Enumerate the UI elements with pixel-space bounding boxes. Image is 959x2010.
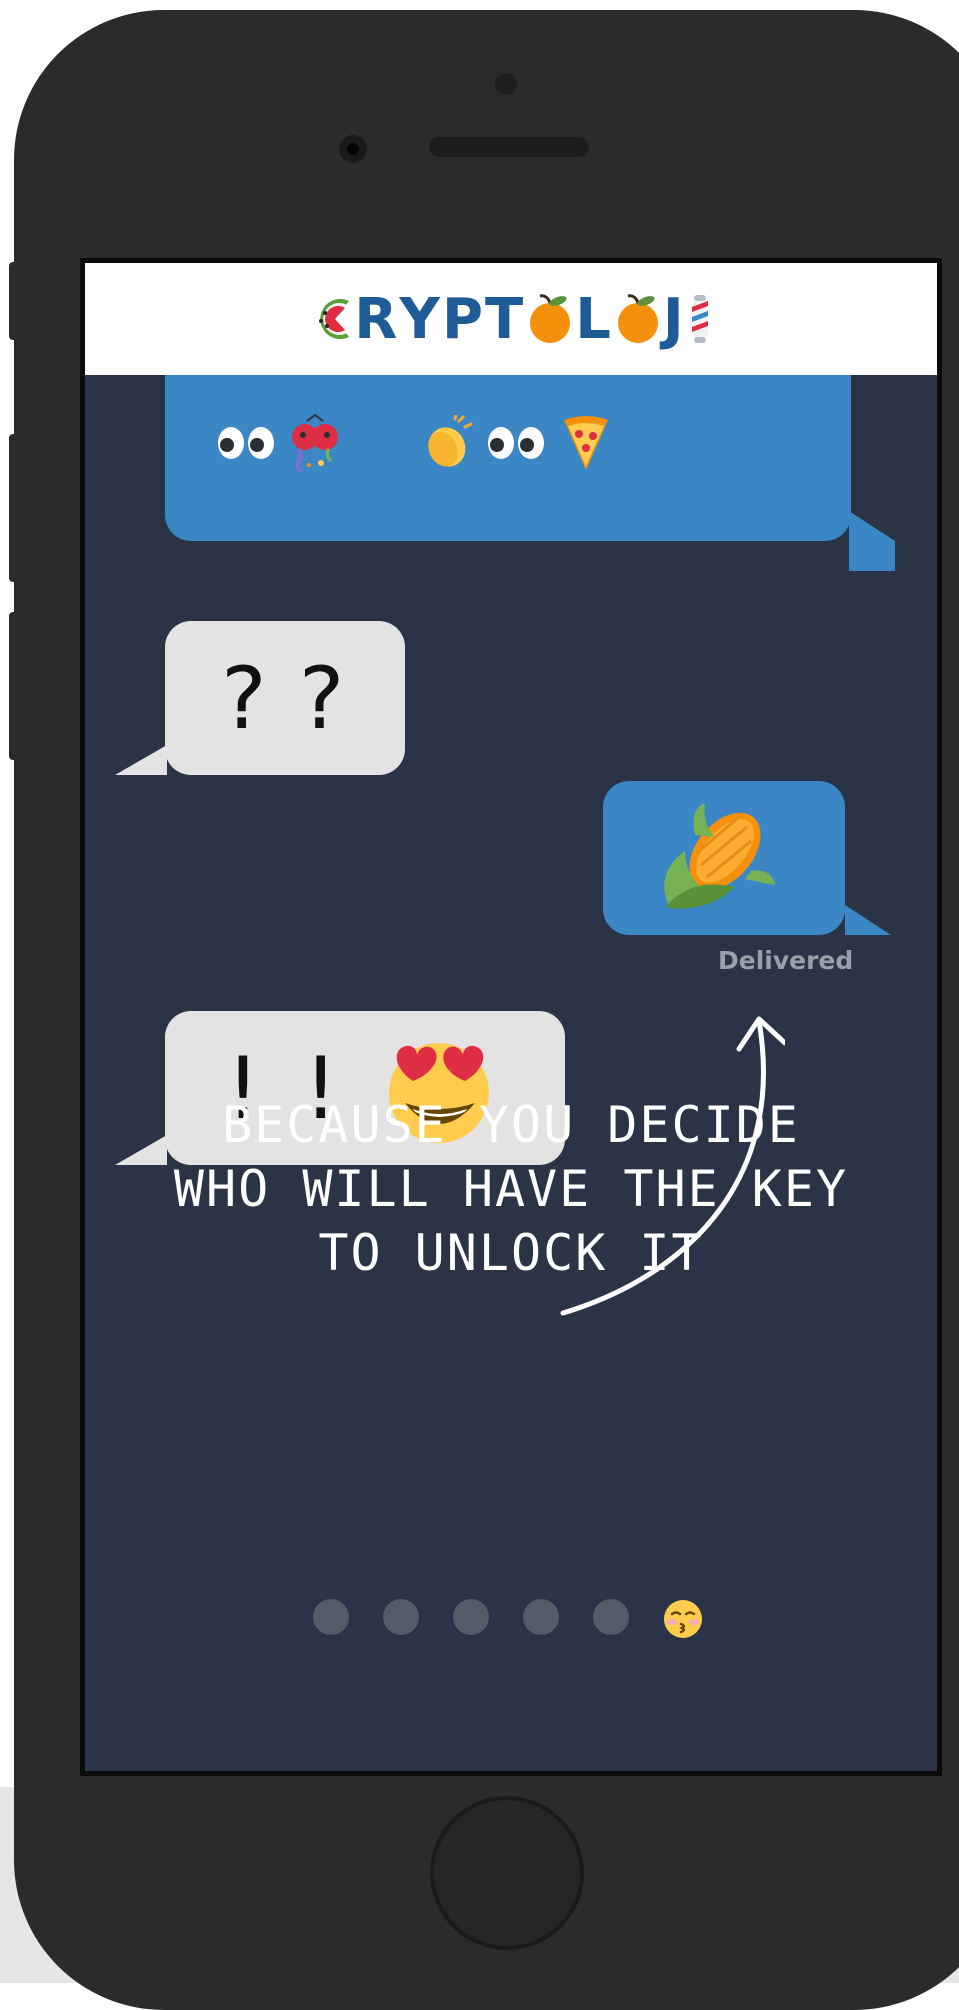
pizza-icon — [561, 414, 611, 476]
app-logo: R Y P T L J — [308, 287, 713, 352]
page-dot[interactable] — [313, 1599, 349, 1635]
volume-up-button[interactable] — [9, 434, 19, 582]
message-bubble-sent[interactable] — [165, 375, 851, 541]
volume-down-button[interactable] — [9, 612, 19, 760]
tagline-line: WHO WILL HAVE THE KEY — [173, 1160, 849, 1218]
page-dot[interactable] — [523, 1599, 559, 1635]
logo-letter: L — [575, 286, 613, 352]
earpiece-speaker — [429, 137, 589, 157]
logo-letter: Y — [399, 286, 442, 352]
home-button[interactable] — [430, 1796, 584, 1950]
app-header: R Y P T L J — [85, 263, 937, 375]
phone-frame: R Y P T L J ?? Delivered !! BECAUSE YOU … — [14, 10, 959, 2010]
bubble-tail — [849, 511, 895, 571]
message-bubble-received[interactable]: ?? — [165, 621, 405, 775]
orange-icon — [614, 293, 662, 345]
page-dot[interactable] — [383, 1599, 419, 1635]
tagline-line: BECAUSE YOU DECIDE — [222, 1096, 800, 1154]
barber-pole-icon — [687, 293, 713, 345]
logo-letter: J — [662, 286, 686, 352]
onboarding-tagline: BECAUSE YOU DECIDE WHO WILL HAVE THE KEY… — [85, 1093, 937, 1285]
bubble-tail — [845, 905, 891, 935]
page-dot[interactable] — [453, 1599, 489, 1635]
orange-icon — [526, 293, 574, 345]
logo-letter: T — [485, 286, 526, 352]
app-screen: R Y P T L J ?? Delivered !! BECAUSE YOU … — [80, 258, 942, 1776]
eyes-icon — [485, 425, 547, 465]
delivery-status: Delivered — [718, 946, 854, 975]
clapping-hands-icon — [419, 413, 475, 475]
kissing-face-icon[interactable] — [663, 1599, 702, 1638]
tagline-line: TO UNLOCK IT — [318, 1224, 704, 1282]
message-text: ?? — [217, 649, 373, 749]
bubble-tail — [115, 745, 167, 775]
front-camera — [339, 135, 367, 163]
corn-icon — [655, 795, 779, 923]
logo-letter: R — [354, 286, 400, 352]
page-dot[interactable] — [593, 1599, 629, 1635]
ringer-switch[interactable] — [9, 262, 19, 340]
proximity-sensor — [495, 73, 517, 95]
eyes-icon — [215, 425, 277, 465]
beetle-confetti-icon — [285, 413, 345, 477]
logo-letter: P — [441, 286, 485, 352]
message-bubble-sent[interactable] — [603, 781, 845, 935]
watermelon-icon — [309, 295, 353, 343]
page-indicator — [313, 1599, 702, 1638]
